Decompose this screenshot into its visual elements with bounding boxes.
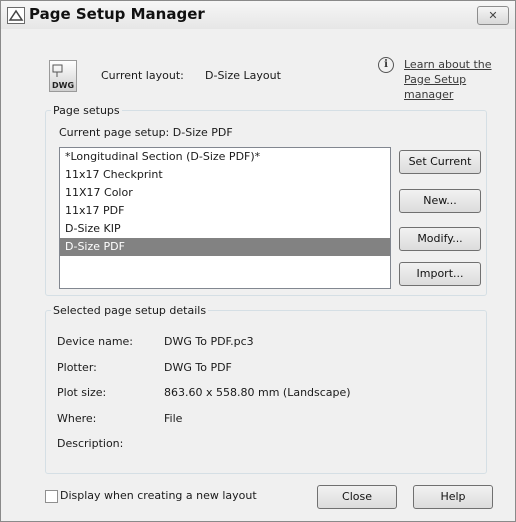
- plotter-label: Plotter:: [57, 361, 97, 374]
- new-button[interactable]: New...: [399, 189, 481, 213]
- current-page-setup-label: Current page setup: D-Size PDF: [59, 126, 233, 139]
- plot-size-value: 863.60 x 558.80 mm (Landscape): [164, 386, 351, 399]
- page-setups-list[interactable]: *Longitudinal Section (D-Size PDF)* 11x1…: [59, 147, 391, 289]
- learn-about-page-setup-link[interactable]: Learn about the Page Setup manager: [404, 57, 516, 102]
- where-value: File: [164, 412, 183, 425]
- description-label: Description:: [57, 437, 124, 450]
- where-label: Where:: [57, 412, 97, 425]
- display-on-new-layout-label[interactable]: Display when creating a new layout: [60, 489, 257, 502]
- window-title: Page Setup Manager: [29, 5, 205, 23]
- device-name-label: Device name:: [57, 335, 134, 348]
- list-item[interactable]: 11x17 Checkprint: [60, 166, 390, 184]
- plotter-value: DWG To PDF: [164, 361, 232, 374]
- list-item[interactable]: *Longitudinal Section (D-Size PDF)*: [60, 148, 390, 166]
- current-layout-label: Current layout:: [101, 69, 184, 82]
- title-bar[interactable]: Page Setup Manager ✕: [1, 1, 515, 29]
- modify-button[interactable]: Modify...: [399, 227, 481, 251]
- dwg-file-icon: DWG: [49, 60, 77, 92]
- dwg-icon-label: DWG: [51, 81, 75, 90]
- autocad-app-icon: [7, 7, 25, 24]
- list-item[interactable]: 11x17 PDF: [60, 202, 390, 220]
- details-legend: Selected page setup details: [53, 304, 207, 317]
- page-setup-manager-dialog: Page Setup Manager ✕ DWG Current layout:…: [0, 0, 516, 522]
- current-layout-value: D-Size Layout: [205, 69, 281, 82]
- plot-size-label: Plot size:: [57, 386, 107, 399]
- list-item-selected[interactable]: D-Size PDF: [60, 238, 390, 256]
- display-on-new-layout-checkbox[interactable]: [45, 490, 58, 503]
- import-button[interactable]: Import...: [399, 262, 481, 286]
- page-setups-legend: Page setups: [53, 104, 120, 117]
- help-button[interactable]: Help: [413, 485, 493, 509]
- info-icon: i: [378, 57, 394, 73]
- close-icon[interactable]: ✕: [477, 6, 509, 25]
- device-name-value: DWG To PDF.pc3: [164, 335, 254, 348]
- current-page-setup-value: D-Size PDF: [172, 126, 233, 139]
- close-button[interactable]: Close: [317, 485, 397, 509]
- list-item[interactable]: D-Size KIP: [60, 220, 390, 238]
- set-current-button[interactable]: Set Current: [399, 150, 481, 174]
- list-item[interactable]: 11X17 Color: [60, 184, 390, 202]
